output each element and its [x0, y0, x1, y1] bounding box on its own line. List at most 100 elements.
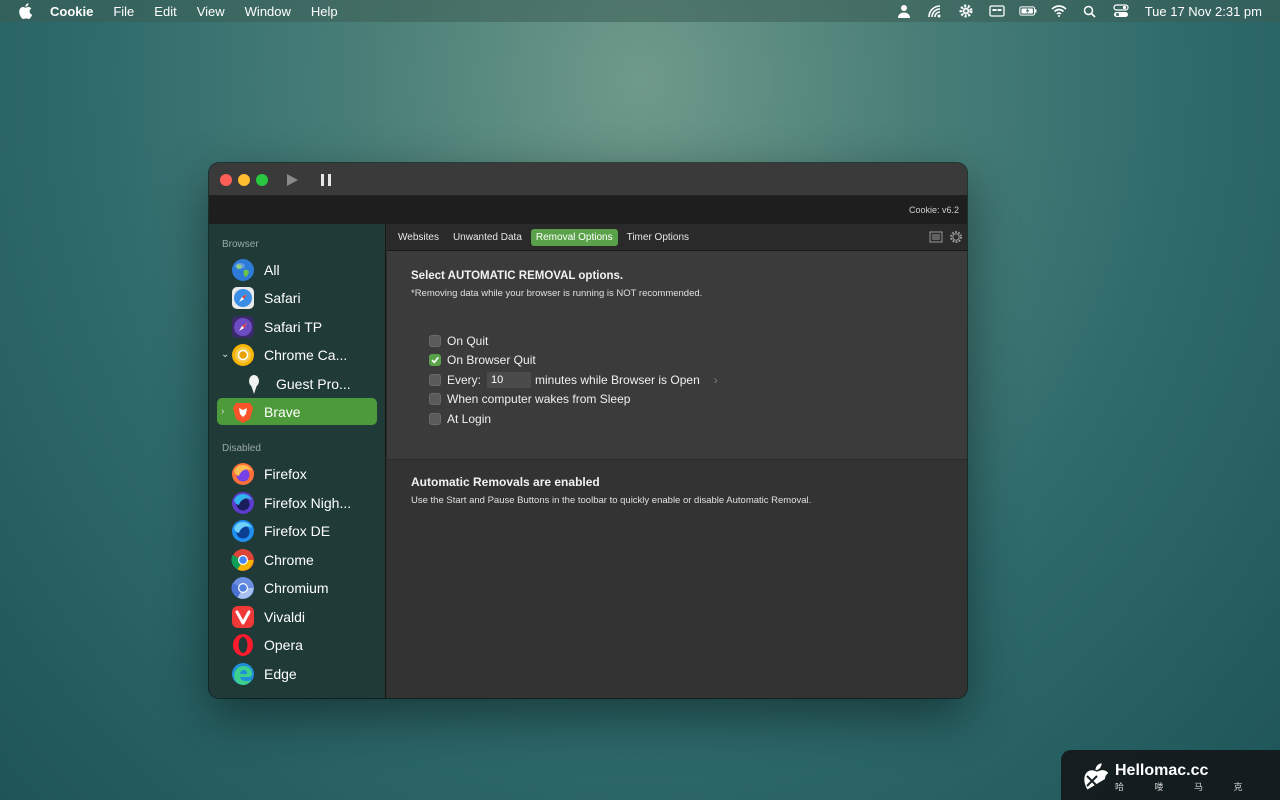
- sidebar-item-edge[interactable]: Edge: [217, 660, 377, 687]
- zoom-button[interactable]: [256, 174, 268, 186]
- start-button[interactable]: [282, 170, 302, 190]
- wakes-checkbox[interactable]: [429, 393, 441, 405]
- sidebar-item-firefox-nightly[interactable]: Firefox Nigh...: [217, 489, 377, 516]
- chrome-canary-icon: [231, 343, 255, 367]
- removal-heading: Select AUTOMATIC REMOVAL options.: [411, 270, 624, 282]
- tab-timer-options[interactable]: Timer Options: [622, 229, 694, 246]
- chevron-right-icon[interactable]: ›: [714, 373, 718, 387]
- sidebar-item-vivaldi[interactable]: Vivaldi: [217, 603, 377, 630]
- option-label: On Quit: [447, 334, 489, 348]
- removal-note: *Removing data while your browser is run…: [411, 288, 703, 299]
- minimize-button[interactable]: [238, 174, 250, 186]
- menu-app-name[interactable]: Cookie: [50, 4, 93, 19]
- settings-gear-icon[interactable]: [949, 230, 963, 244]
- guest-profile-icon: [245, 374, 263, 394]
- screen-icon[interactable]: [988, 4, 1006, 18]
- sidebar-item-chrome[interactable]: Chrome: [217, 546, 377, 573]
- option-label: When computer wakes from Sleep: [447, 392, 631, 406]
- option-at-login[interactable]: At Login: [429, 411, 491, 427]
- chrome-icon: [231, 548, 255, 572]
- sidebar-item-label: Chrome: [264, 551, 314, 568]
- search-icon[interactable]: [1081, 4, 1099, 18]
- status-panel: Automatic Removals are enabled Use the S…: [387, 460, 967, 698]
- control-center-icon[interactable]: [1112, 4, 1130, 18]
- battery-icon[interactable]: [1019, 4, 1037, 18]
- watermark-subtitle: 哈 喽 马 克: [1115, 782, 1257, 792]
- airdrop-icon[interactable]: [926, 4, 944, 18]
- menu-window[interactable]: Window: [245, 4, 291, 19]
- sidebar-item-label: Opera: [264, 636, 303, 653]
- chevron-down-icon[interactable]: ⌄: [221, 349, 231, 360]
- at-login-checkbox[interactable]: [429, 413, 441, 425]
- every-prefix-label: Every:: [447, 373, 482, 387]
- sidebar-item-safari[interactable]: Safari: [217, 284, 377, 311]
- sidebar-item-label: Firefox Nigh...: [264, 494, 352, 511]
- chromium-icon: [231, 576, 255, 600]
- minutes-input[interactable]: [487, 372, 532, 388]
- hellomac-logo-icon: [1081, 760, 1111, 790]
- sidebar-item-firefox-de[interactable]: Firefox DE: [217, 517, 377, 544]
- sidebar-item-firefox[interactable]: Firefox: [217, 460, 377, 487]
- option-label: At Login: [447, 412, 492, 426]
- main-content: Websites Unwanted Data Removal Options T…: [387, 224, 967, 698]
- on-browser-quit-checkbox[interactable]: [429, 354, 441, 366]
- safari-tp-icon: [231, 315, 255, 339]
- wifi-icon[interactable]: [1050, 4, 1068, 18]
- tab-websites[interactable]: Websites: [393, 229, 444, 246]
- sidebar-item-safari-tp[interactable]: Safari TP: [217, 313, 377, 340]
- menu-help[interactable]: Help: [311, 4, 338, 19]
- menu-view[interactable]: View: [197, 4, 225, 19]
- option-label: On Browser Quit: [447, 353, 536, 367]
- sidebar-item-guest-profile[interactable]: Guest Pro...: [217, 370, 377, 397]
- sidebar-item-chromium[interactable]: Chromium: [217, 574, 377, 601]
- sidebar-item-label: Guest Pro...: [276, 375, 351, 392]
- watermark-title: Hellomac.cc: [1115, 762, 1209, 779]
- gear-icon[interactable]: [957, 4, 975, 18]
- sidebar-item-label: All: [264, 261, 280, 278]
- sidebar-item-chrome-canary[interactable]: ⌄ Chrome Ca...: [217, 341, 377, 368]
- option-every-minutes[interactable]: Every: minutes while Browser is Open ›: [429, 372, 718, 388]
- option-on-browser-quit[interactable]: On Browser Quit: [429, 352, 536, 368]
- menu-file[interactable]: File: [113, 4, 134, 19]
- on-quit-checkbox[interactable]: [429, 335, 441, 347]
- toolbar-info-bar: Cookie: v6.2: [209, 196, 967, 224]
- sidebar-item-label: Firefox DE: [264, 522, 331, 539]
- firefox-nightly-icon: [231, 491, 255, 515]
- sidebar-item-label: Edge: [264, 665, 297, 682]
- tab-removal-options[interactable]: Removal Options: [530, 228, 618, 246]
- sidebar-item-label: Brave: [264, 403, 301, 420]
- sidebar-item-brave[interactable]: › Brave: [217, 398, 377, 425]
- chevron-right-icon[interactable]: ›: [221, 406, 231, 417]
- safari-icon: [231, 286, 255, 310]
- apple-menu-icon[interactable]: [18, 3, 34, 19]
- menu-clock[interactable]: Tue 17 Nov 2:31 pm: [1145, 4, 1262, 19]
- globe-icon: [231, 258, 255, 282]
- option-on-quit[interactable]: On Quit: [429, 333, 488, 349]
- status-heading: Automatic Removals are enabled: [411, 475, 600, 489]
- every-checkbox[interactable]: [429, 374, 441, 386]
- firefox-de-icon: [231, 519, 255, 543]
- list-view-icon[interactable]: [929, 230, 943, 244]
- sidebar-item-all[interactable]: All: [217, 256, 377, 283]
- tab-unwanted-data[interactable]: Unwanted Data: [448, 229, 527, 246]
- tab-bar: Websites Unwanted Data Removal Options T…: [387, 224, 967, 251]
- section-disabled-label: Disabled: [222, 443, 261, 454]
- sidebar-item-label: Safari TP: [264, 318, 323, 335]
- sidebar-item-label: Firefox: [264, 465, 307, 482]
- menu-bar: Cookie File Edit View Window Help Tue 17…: [0, 0, 1280, 22]
- watermark-badge: Hellomac.cc 哈 喽 马 克: [1061, 750, 1280, 800]
- brave-icon: [231, 400, 255, 424]
- title-bar: [209, 163, 967, 196]
- pause-button[interactable]: [316, 170, 336, 190]
- section-browser-label: Browser: [222, 239, 259, 250]
- option-wakes-from-sleep[interactable]: When computer wakes from Sleep: [429, 391, 630, 407]
- browser-sidebar: Browser All Safari Safari TP ⌄ Chrome Ca…: [209, 224, 386, 698]
- every-suffix-label: minutes while Browser is Open: [535, 373, 700, 387]
- edge-icon: [231, 662, 255, 686]
- version-label: Cookie: v6.2: [908, 205, 959, 215]
- close-button[interactable]: [220, 174, 232, 186]
- sidebar-item-label: Vivaldi: [264, 608, 305, 625]
- menu-edit[interactable]: Edit: [154, 4, 176, 19]
- user-icon[interactable]: [895, 4, 913, 18]
- sidebar-item-opera[interactable]: Opera: [217, 631, 377, 658]
